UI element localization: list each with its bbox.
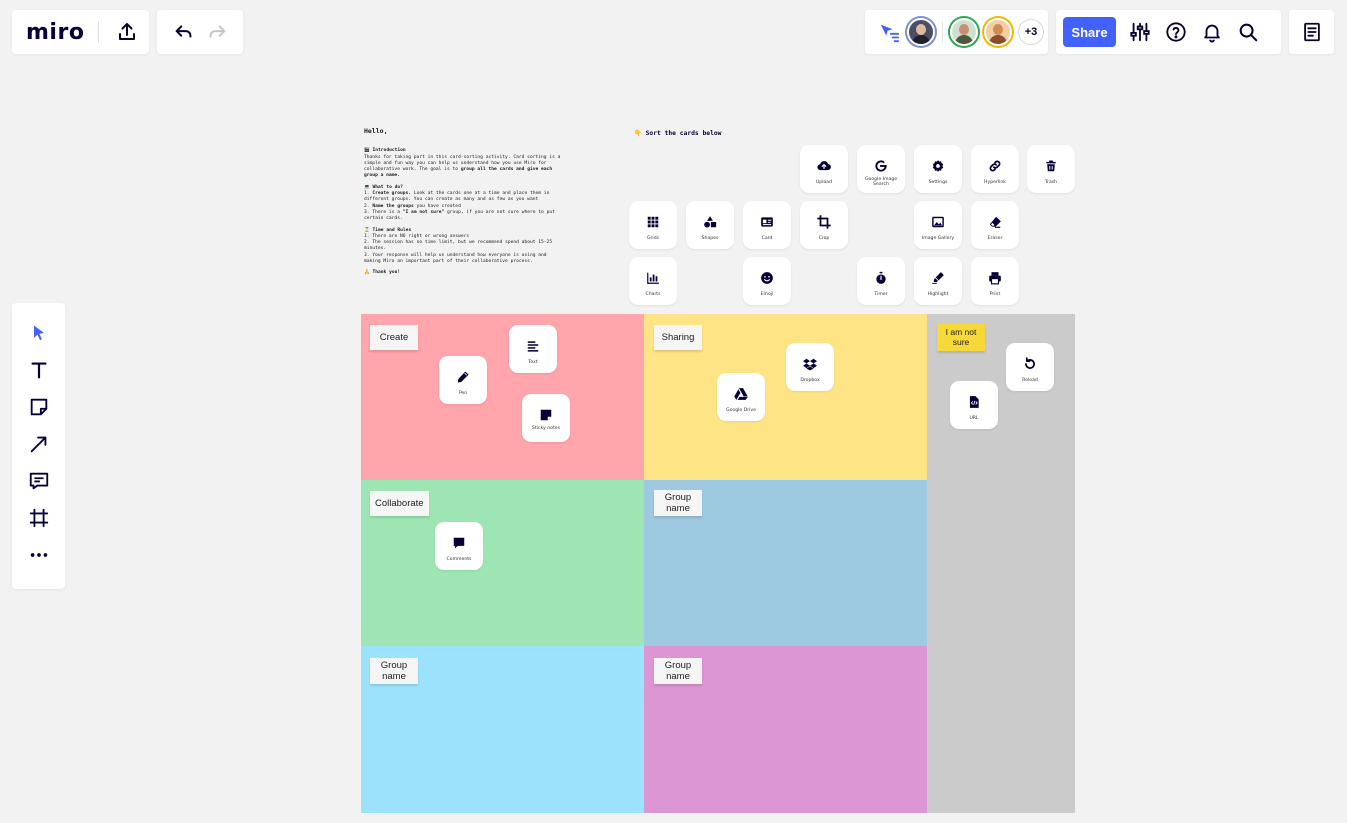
card-upload[interactable]: Upload	[800, 145, 848, 193]
card-image-gallery[interactable]: Image Gallery	[914, 201, 962, 249]
card-sticky-notes[interactable]: Sticky notes	[522, 394, 570, 442]
card-settings[interactable]: Settings	[914, 145, 962, 193]
divider	[942, 21, 943, 43]
instructions-text[interactable]: Hello, 🎬 Introduction Thanks for taking …	[364, 128, 564, 277]
card-card[interactable]: Card	[743, 201, 791, 249]
cursor-filter-icon[interactable]	[877, 20, 901, 44]
id-card-icon	[760, 215, 774, 229]
comment-icon[interactable]	[27, 469, 51, 493]
card-url[interactable]: URL	[950, 381, 998, 429]
group-label-group-name[interactable]: Group name	[654, 490, 702, 516]
eraser-icon	[988, 215, 1002, 229]
text-tool-icon[interactable]	[27, 358, 51, 382]
card-timer[interactable]: Timer	[857, 257, 905, 305]
group-label-create[interactable]: Create	[370, 325, 418, 350]
group-label-not-sure[interactable]: I am not sure	[937, 324, 985, 351]
image-icon	[931, 215, 945, 229]
undo-icon[interactable]	[172, 20, 196, 44]
export-upload-icon[interactable]	[115, 20, 139, 44]
card-dropbox[interactable]: Dropbox	[786, 343, 834, 391]
dropbox-icon	[803, 357, 817, 371]
card-trash[interactable]: Trash	[1027, 145, 1075, 193]
trash-icon	[1044, 159, 1058, 173]
todo-item: 3. There is a "I am not sure" group, if …	[364, 209, 555, 222]
google-drive-icon	[734, 387, 748, 401]
comment-icon	[452, 536, 466, 550]
share-button[interactable]: Share	[1063, 17, 1116, 47]
card-comments[interactable]: Comments	[435, 522, 483, 570]
help-icon[interactable]	[1164, 20, 1188, 44]
sliders-settings-icon[interactable]	[1128, 20, 1152, 44]
text-align-icon	[526, 339, 540, 353]
miro-logo[interactable]: miro	[26, 20, 84, 45]
card-hyperlink[interactable]: Hyperlink	[971, 145, 1019, 193]
bar-chart-icon	[646, 271, 660, 285]
card-pen[interactable]: Pen	[439, 356, 487, 404]
more-collaborators-badge[interactable]: +3	[1018, 19, 1044, 45]
card-grids[interactable]: Grids	[629, 201, 677, 249]
select-cursor-icon[interactable]	[27, 321, 51, 345]
pen-icon	[456, 370, 470, 384]
card-emoji[interactable]: Emoji	[743, 257, 791, 305]
shapes-icon	[703, 215, 717, 229]
sticky-note-icon[interactable]	[27, 395, 51, 419]
group-label-group-name[interactable]: Group name	[654, 658, 702, 684]
todo-item: 1. Create groups. Look at the cards one …	[364, 191, 550, 203]
stopwatch-icon	[874, 271, 888, 285]
highlighter-icon	[931, 271, 945, 285]
avatar[interactable]	[950, 18, 978, 46]
frame-icon[interactable]	[27, 506, 51, 530]
board-actions-panel: Share	[1056, 10, 1281, 54]
more-tools-icon[interactable]	[27, 543, 51, 567]
creation-toolbar	[12, 303, 65, 589]
connection-line-icon[interactable]	[27, 432, 51, 456]
code-file-icon	[967, 395, 981, 409]
notes-list-icon[interactable]	[1300, 20, 1324, 44]
bell-notifications-icon[interactable]	[1200, 20, 1224, 44]
printer-icon	[988, 271, 1002, 285]
notes-panel	[1289, 10, 1334, 54]
sticky-note-icon	[539, 408, 553, 422]
search-icon[interactable]	[1236, 20, 1260, 44]
collaborators-panel: +3	[865, 10, 1048, 54]
card-highlight[interactable]: Highlight	[914, 257, 962, 305]
group-label-sharing[interactable]: Sharing	[654, 325, 702, 350]
cloud-upload-icon	[817, 159, 831, 173]
card-charts[interactable]: Charts	[629, 257, 677, 305]
divider	[98, 21, 100, 43]
brand-panel: miro	[12, 10, 149, 54]
thanks-text: 🙏 Thank you!	[364, 270, 401, 276]
rules-item: 3. Your response will help us understand…	[364, 252, 547, 265]
rules-item: 2. The session has no time limit, but we…	[364, 240, 553, 252]
reload-icon	[1023, 357, 1037, 371]
sort-cards-title[interactable]: 👇 Sort the cards below	[634, 129, 721, 137]
card-print[interactable]: Print	[971, 257, 1019, 305]
crop-icon	[817, 215, 831, 229]
google-icon	[874, 159, 888, 173]
card-google-image-search[interactable]: Google Image Search	[857, 145, 905, 193]
avatar[interactable]	[907, 18, 935, 46]
intro-paragraph: Thanks for taking part in this card-sort…	[364, 154, 561, 179]
card-google-drive[interactable]: Google Drive	[717, 373, 765, 421]
card-shapes[interactable]: Shapes	[686, 201, 734, 249]
card-text[interactable]: Text	[509, 325, 557, 373]
group-label-collaborate[interactable]: Collaborate	[370, 491, 429, 516]
card-reload[interactable]: Reload	[1006, 343, 1054, 391]
card-crop[interactable]: Crop	[800, 201, 848, 249]
card-eraser[interactable]: Eraser	[971, 201, 1019, 249]
avatar[interactable]	[984, 18, 1012, 46]
history-panel	[157, 10, 243, 54]
gear-icon	[931, 159, 945, 173]
greeting: Hello,	[364, 127, 388, 135]
link-icon	[988, 159, 1002, 173]
smiley-icon	[760, 271, 774, 285]
group-label-group-name[interactable]: Group name	[370, 658, 418, 684]
redo-icon[interactable]	[205, 20, 229, 44]
grid-icon	[646, 215, 660, 229]
